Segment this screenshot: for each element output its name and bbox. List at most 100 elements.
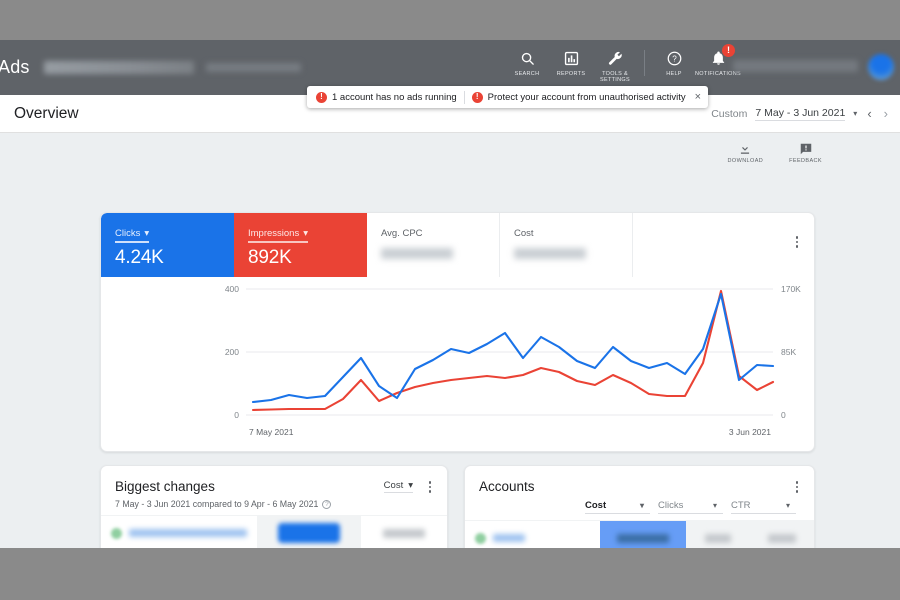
svg-text:?: ? bbox=[672, 54, 677, 63]
row-bar-cell bbox=[257, 515, 361, 548]
biggest-changes-subtitle: 7 May - 3 Jun 2021 compared to 9 Apr - 6… bbox=[115, 499, 319, 509]
chevron-down-icon: ▾ bbox=[408, 480, 413, 491]
x-tick-start: 7 May 2021 bbox=[249, 427, 294, 437]
notice-divider bbox=[463, 90, 465, 104]
metric-impressions-name: Impressions bbox=[248, 228, 300, 239]
biggest-changes-rows bbox=[101, 515, 447, 548]
row-account-name-redacted bbox=[493, 534, 525, 542]
row-cost-cell bbox=[600, 520, 686, 548]
row-ctr-cell bbox=[750, 520, 814, 548]
row-clicks-cell bbox=[686, 520, 750, 548]
download-button[interactable]: DOWNLOAD bbox=[728, 142, 764, 164]
feedback-label: FEEDBACK bbox=[789, 158, 822, 164]
row-ctr-redacted bbox=[768, 533, 796, 543]
biggest-changes-subtitle-row: 7 May - 3 Jun 2021 compared to 9 Apr - 6… bbox=[115, 499, 435, 509]
accounts-column-headers: Cost ▾ Clicks ▾ CTR ▾ bbox=[465, 494, 814, 514]
biggest-changes-panel: Biggest changes 7 May - 3 Jun 2021 compa… bbox=[100, 465, 448, 548]
search-icon bbox=[517, 48, 537, 68]
nav-reports[interactable]: REPORTS bbox=[549, 48, 593, 77]
y-left-tick-200: 200 bbox=[225, 347, 239, 357]
metric-selector-row: Clicks ▾ 4.24K Impressions ▾ 892K Avg. C… bbox=[101, 213, 814, 277]
date-prev-button[interactable]: ‹ bbox=[865, 106, 873, 121]
feedback-icon bbox=[799, 142, 813, 156]
date-range-picker: Custom 7 May - 3 Jun 2021 ▾ ‹ › bbox=[711, 106, 890, 121]
close-icon[interactable]: × bbox=[693, 91, 701, 103]
metric-clicks-name: Clicks bbox=[115, 228, 141, 239]
date-next-button[interactable]: › bbox=[882, 106, 890, 121]
accounts-options-button[interactable] bbox=[790, 478, 804, 496]
status-icon bbox=[475, 532, 486, 544]
chart-plot-area: 400 200 0 170K 85K 0 7 May 2021 3 Jun 20… bbox=[101, 277, 814, 451]
row-value-redacted bbox=[383, 528, 425, 538]
chevron-down-icon: ▾ bbox=[712, 501, 717, 510]
notice-item-1[interactable]: ! 1 account has no ads running bbox=[316, 91, 457, 103]
nav-search-label: SEARCH bbox=[514, 71, 540, 77]
metric-avg-cpc-label: Avg. CPC bbox=[381, 228, 423, 239]
series-clicks-line bbox=[251, 292, 775, 404]
metric-impressions-label: Impressions ▾ bbox=[248, 228, 308, 243]
nav-search[interactable]: SEARCH bbox=[505, 48, 549, 77]
accounts-title: Accounts bbox=[479, 479, 535, 494]
help-icon: ? bbox=[664, 48, 684, 68]
series-impressions-line bbox=[251, 289, 775, 412]
date-range-value[interactable]: 7 May - 3 Jun 2021 bbox=[755, 107, 846, 121]
top-nav: SEARCH REPORTS TOOLS & SETTINGS ? HELP !… bbox=[505, 44, 741, 84]
nav-help[interactable]: ? HELP bbox=[652, 48, 696, 77]
notice-text-2: Protect your account from unauthorised a… bbox=[487, 91, 686, 103]
accounts-panel: Accounts Cost ▾ Clicks ▾ CTR ▾ bbox=[464, 465, 815, 548]
column-header-clicks[interactable]: Clicks ▾ bbox=[658, 500, 723, 514]
download-icon bbox=[738, 142, 752, 156]
column-header-ctr[interactable]: CTR ▾ bbox=[731, 500, 796, 514]
nav-help-label: HELP bbox=[666, 71, 682, 77]
chevron-down-icon[interactable]: ▾ bbox=[853, 109, 857, 118]
column-header-clicks-label: Clicks bbox=[658, 500, 684, 511]
account-id-redacted bbox=[205, 63, 301, 72]
row-label-redacted bbox=[129, 529, 247, 537]
row-value-cell bbox=[361, 528, 447, 538]
notification-banner: ! 1 account has no ads running ! Protect… bbox=[307, 86, 709, 108]
notice-text-1: 1 account has no ads running bbox=[332, 91, 457, 103]
metric-row-spacer bbox=[633, 213, 814, 277]
toolbar-actions: DOWNLOAD FEEDBACK bbox=[0, 133, 900, 173]
biggest-changes-options-button[interactable] bbox=[423, 478, 437, 496]
metric-card-impressions[interactable]: Impressions ▾ 892K bbox=[234, 213, 367, 277]
y-left-tick-400: 400 bbox=[225, 284, 239, 294]
biggest-changes-metric-selector[interactable]: Cost ▾ bbox=[383, 480, 413, 493]
account-name-redacted bbox=[43, 61, 194, 74]
column-header-cost[interactable]: Cost ▾ bbox=[585, 500, 650, 514]
table-row[interactable] bbox=[465, 520, 814, 548]
nav-tools-settings[interactable]: TOOLS & SETTINGS bbox=[593, 48, 637, 84]
metric-cost-value-redacted bbox=[514, 248, 586, 259]
table-row[interactable] bbox=[101, 515, 447, 548]
error-icon: ! bbox=[471, 91, 483, 103]
notification-badge: ! bbox=[722, 44, 735, 57]
chevron-down-icon: ▾ bbox=[639, 501, 644, 510]
chevron-down-icon[interactable]: ▾ bbox=[144, 228, 149, 239]
page-title: Overview bbox=[14, 104, 79, 122]
chevron-down-icon: ▾ bbox=[785, 501, 790, 510]
chevron-down-icon[interactable]: ▾ bbox=[303, 228, 308, 239]
nav-tools-settings-label: TOOLS & SETTINGS bbox=[600, 71, 630, 84]
metric-card-avg-cpc[interactable]: Avg. CPC bbox=[367, 213, 500, 277]
row-clicks-redacted bbox=[705, 533, 731, 543]
accounts-header: Accounts bbox=[465, 466, 814, 494]
metric-clicks-value: 4.24K bbox=[115, 247, 164, 268]
feedback-button[interactable]: FEEDBACK bbox=[789, 142, 822, 164]
metric-clicks-label: Clicks ▾ bbox=[115, 228, 150, 243]
avatar[interactable] bbox=[868, 54, 894, 80]
download-label: DOWNLOAD bbox=[727, 158, 764, 164]
metric-card-clicks[interactable]: Clicks ▾ 4.24K bbox=[101, 213, 234, 277]
accounts-rows bbox=[465, 520, 814, 548]
chart-options-button[interactable] bbox=[790, 231, 804, 253]
brand-logo: Ads bbox=[0, 57, 30, 77]
y-right-tick-170k: 170K bbox=[781, 284, 801, 294]
performance-chart-card: Clicks ▾ 4.24K Impressions ▾ 892K Avg. C… bbox=[100, 212, 815, 452]
y-left-tick-0: 0 bbox=[234, 410, 239, 420]
account-switcher-redacted[interactable] bbox=[733, 60, 858, 72]
reports-icon bbox=[561, 48, 581, 68]
help-circle-icon[interactable]: ? bbox=[322, 499, 332, 509]
metric-card-cost[interactable]: Cost bbox=[500, 213, 633, 277]
app-screen: Ads SEARCH REPORTS TOOLS & SETTINGS ? HE… bbox=[0, 40, 900, 548]
notice-item-2[interactable]: ! Protect your account from unauthorised… bbox=[471, 91, 686, 103]
status-icon bbox=[111, 527, 122, 539]
